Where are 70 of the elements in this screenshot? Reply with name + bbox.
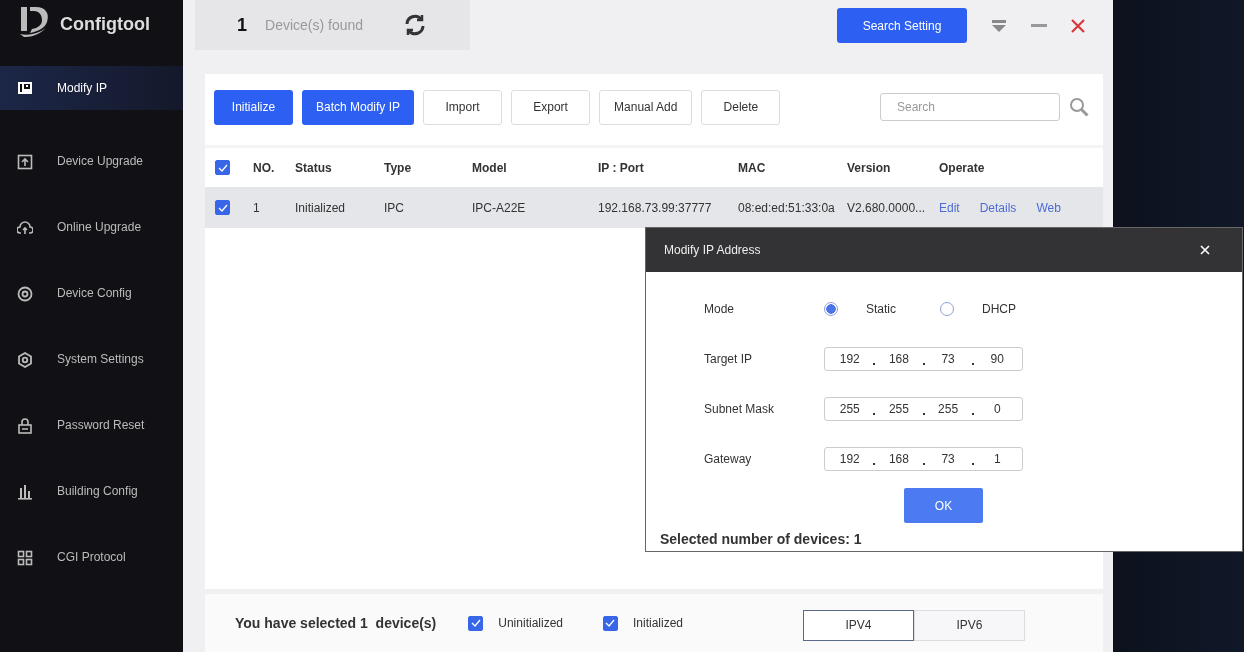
column-header: Model	[472, 160, 508, 175]
chart-icon	[17, 484, 33, 500]
ip-icon	[17, 80, 33, 96]
toolbar-button[interactable]: Initialize	[214, 89, 293, 125]
ip-address-field[interactable]: 192 168 73 90	[824, 347, 1023, 371]
column-header: NO.	[253, 160, 276, 175]
sidebar-item[interactable]: Online Upgrade	[0, 198, 183, 264]
device-count: 1	[237, 14, 247, 36]
toolbar-button[interactable]: Delete	[701, 89, 781, 125]
row-link[interactable]: Edit	[939, 200, 960, 215]
search-setting-button[interactable]: Search Setting	[837, 8, 967, 43]
search-field[interactable]: Search	[880, 93, 1060, 121]
sidebar-item[interactable]: CGI Protocol	[0, 528, 183, 594]
device-count-label: Device(s) found	[265, 17, 364, 33]
radio-button[interactable]	[824, 302, 838, 316]
ok-button[interactable]: OK	[904, 488, 983, 523]
cloud-icon	[17, 220, 33, 236]
sidebar-item[interactable]: Building Config	[0, 462, 183, 528]
filter-label: Uninitialized	[498, 616, 563, 630]
ip-address-field[interactable]: 192 168 73 1	[824, 447, 1023, 471]
select-all-checkbox[interactable]	[215, 160, 230, 175]
column-header: Version	[847, 160, 892, 175]
filter-checkbox[interactable]	[603, 615, 618, 631]
sidebar-item[interactable]: Device Config	[0, 264, 183, 330]
row-link[interactable]: Web	[1036, 200, 1061, 215]
filter-label: Initialized	[633, 616, 683, 630]
search-icon[interactable]	[1069, 97, 1089, 117]
column-header: Type	[384, 160, 413, 175]
table-cell-text: IPC-A22E	[472, 200, 527, 215]
grid-icon	[17, 550, 33, 566]
ip-version-tab[interactable]: IPV4	[803, 609, 914, 641]
target-icon	[17, 286, 33, 302]
table-cell-text: 08:ed:ed:51:33:0a	[738, 200, 836, 215]
sidebar-item[interactable]: Device Upgrade	[0, 132, 183, 198]
dialog-title: Modify IP Address	[664, 243, 761, 257]
table-cell-text: 1	[253, 200, 261, 215]
toolbar-button[interactable]: Manual Add	[599, 89, 693, 125]
field-label: Subnet Mask	[704, 402, 776, 416]
column-header: Operate	[939, 160, 986, 175]
field-label: Gateway	[704, 452, 753, 466]
gear-icon	[17, 352, 33, 368]
minimize-icon[interactable]	[1031, 23, 1047, 28]
radio-label: DHCP	[982, 302, 1017, 316]
sidebar-item[interactable]: System Settings	[0, 330, 183, 396]
table-cell-text: Initialized	[295, 200, 347, 215]
table-cell-text: V2.680.0000...	[847, 200, 927, 215]
lock-icon	[17, 418, 33, 434]
selection-summary: You have selected 1 device(s)	[235, 615, 437, 631]
field-label: Target IP	[704, 352, 754, 366]
radio-label: Static	[866, 302, 896, 316]
column-header: Status	[295, 160, 333, 175]
table-cell-text: 192.168.73.99:37777	[598, 200, 713, 215]
filter-checkbox[interactable]	[468, 615, 484, 631]
row-checkbox[interactable]	[215, 200, 230, 215]
row-link[interactable]: Details	[979, 200, 1017, 215]
selected-count: Selected number of devices: 1	[660, 531, 863, 547]
upload-icon	[17, 154, 33, 170]
ip-version-tab[interactable]: IPV6	[914, 609, 1025, 641]
sidebar-item[interactable]: Password Reset	[0, 396, 183, 462]
toolbar-button[interactable]: Import	[423, 89, 503, 125]
field-label: Mode	[704, 302, 736, 316]
column-header: IP : Port	[598, 160, 645, 175]
column-header: MAC	[738, 160, 767, 175]
sidebar-item[interactable]: Modify IP	[0, 66, 183, 110]
toolbar-button[interactable]: Export	[511, 89, 591, 125]
toolbar-button[interactable]: Batch Modify IP	[302, 89, 415, 125]
dropdown-icon[interactable]	[991, 18, 1007, 33]
app-title: Configtool	[60, 14, 150, 35]
ip-address-field[interactable]: 255 255 255 0	[824, 397, 1023, 421]
table-cell-text: IPC	[384, 200, 405, 215]
